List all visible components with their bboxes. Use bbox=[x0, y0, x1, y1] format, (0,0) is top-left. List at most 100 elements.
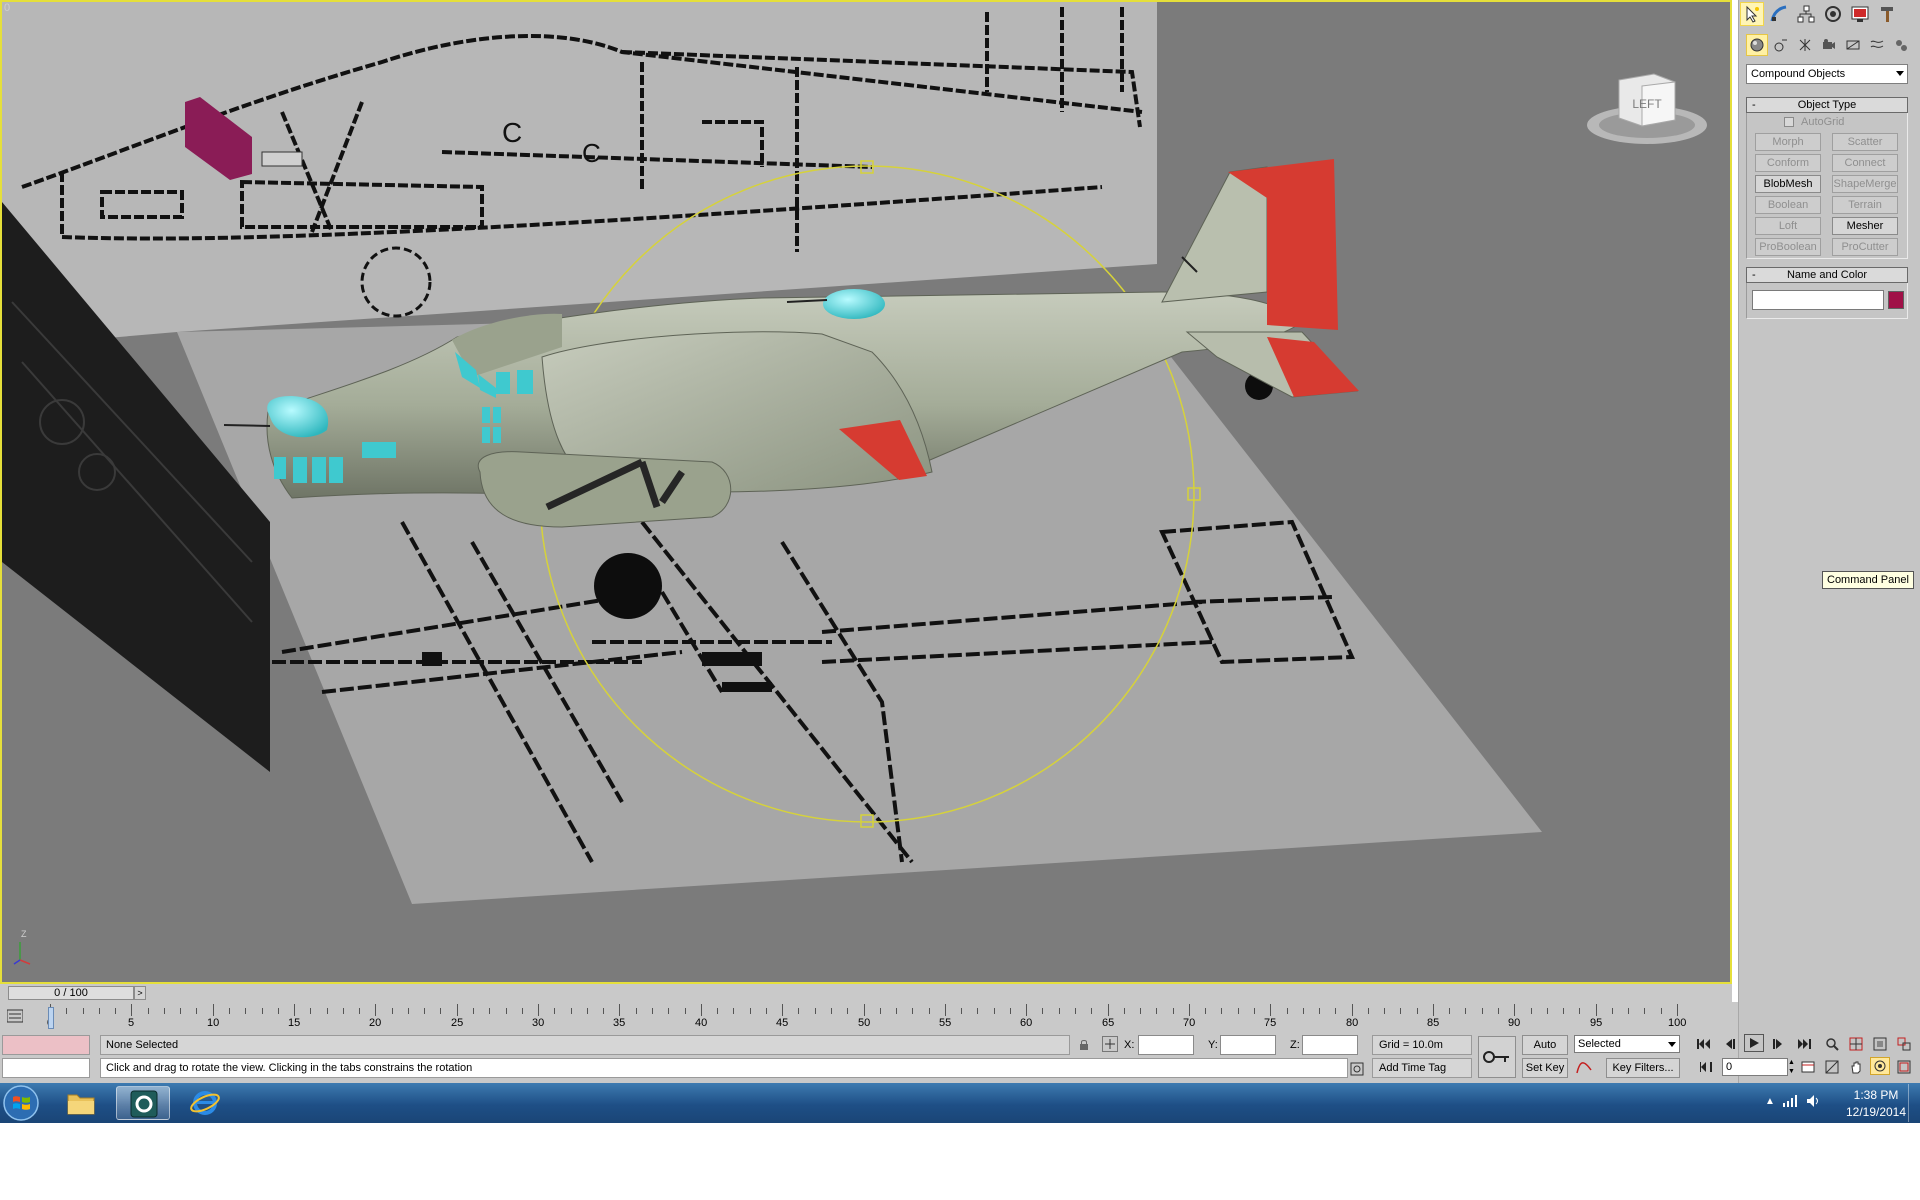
maximize-viewport-button[interactable] bbox=[1894, 1058, 1914, 1076]
name-and-color-rollout-header[interactable]: - Name and Color bbox=[1746, 267, 1908, 283]
key-mode-toggle-button[interactable] bbox=[1696, 1058, 1716, 1076]
space-warps-category[interactable] bbox=[1866, 34, 1888, 56]
clock-date[interactable]: 12/19/2014 bbox=[1830, 1105, 1920, 1119]
lights-category[interactable] bbox=[1794, 34, 1816, 56]
maxscript-listener-top[interactable] bbox=[2, 1035, 90, 1055]
object-name-field[interactable] bbox=[1752, 290, 1884, 310]
time-slider[interactable]: 0 / 100 bbox=[8, 986, 134, 1000]
set-key-big-button[interactable] bbox=[1478, 1036, 1516, 1078]
shapemerge-button[interactable]: ShapeMerge bbox=[1832, 175, 1898, 193]
helpers-category[interactable] bbox=[1842, 34, 1864, 56]
time-tag-icon[interactable] bbox=[1350, 1062, 1364, 1079]
key-filters-button[interactable]: Key Filters... bbox=[1606, 1058, 1680, 1078]
track-tick bbox=[115, 1008, 116, 1014]
object-color-swatch[interactable] bbox=[1888, 291, 1904, 309]
key-mode-dropdown[interactable]: Selected bbox=[1574, 1035, 1680, 1053]
utilities-tab[interactable] bbox=[1875, 2, 1899, 26]
selection-lock-icon[interactable] bbox=[1078, 1039, 1090, 1054]
y-coordinate-field[interactable] bbox=[1220, 1035, 1276, 1055]
track-tick bbox=[99, 1008, 100, 1014]
time-slider-next-button[interactable]: > bbox=[134, 986, 146, 1000]
auto-key-button[interactable]: Auto Key bbox=[1522, 1035, 1568, 1069]
clock-time[interactable]: 1:38 PM bbox=[1836, 1088, 1916, 1102]
go-to-end-button[interactable] bbox=[1794, 1035, 1814, 1053]
track-tick bbox=[733, 1008, 734, 1014]
scatter-button[interactable]: Scatter bbox=[1832, 133, 1898, 151]
taskbar-internet-explorer[interactable] bbox=[178, 1086, 232, 1120]
boolean-button[interactable]: Boolean bbox=[1755, 196, 1821, 214]
time-configuration-button[interactable] bbox=[1798, 1058, 1818, 1076]
track-tick bbox=[554, 1008, 555, 1014]
next-frame-button[interactable] bbox=[1768, 1035, 1788, 1053]
track-tick bbox=[1205, 1008, 1206, 1014]
time-cursor[interactable] bbox=[48, 1007, 54, 1029]
z-coordinate-field[interactable] bbox=[1302, 1035, 1358, 1055]
previous-frame-button[interactable] bbox=[1720, 1035, 1740, 1053]
geometry-category[interactable] bbox=[1746, 34, 1768, 56]
conform-button[interactable]: Conform bbox=[1755, 154, 1821, 172]
track-tick bbox=[994, 1008, 995, 1014]
zoom-extents-all-button[interactable] bbox=[1894, 1035, 1914, 1053]
cameras-category[interactable] bbox=[1818, 34, 1840, 56]
hierarchy-tab[interactable] bbox=[1794, 2, 1818, 26]
absolute-mode-toggle-icon[interactable] bbox=[1102, 1036, 1118, 1052]
zoom-extents-all-icon bbox=[1897, 1037, 1911, 1051]
key-mode-icon bbox=[1700, 1062, 1712, 1072]
sphere-icon bbox=[1750, 38, 1764, 52]
track-tick-label: 35 bbox=[613, 1017, 626, 1029]
taskbar-file-explorer[interactable] bbox=[54, 1086, 108, 1120]
pan-view-button[interactable] bbox=[1846, 1058, 1866, 1076]
time-slider-track[interactable] bbox=[0, 984, 1732, 1002]
display-tab[interactable] bbox=[1848, 2, 1872, 26]
frame-spinner[interactable]: ▲ ▼ bbox=[1788, 1058, 1796, 1076]
zoom-extents-button[interactable] bbox=[1870, 1035, 1890, 1053]
spacewarp-icon bbox=[1870, 40, 1884, 48]
blobmesh-button[interactable]: BlobMesh bbox=[1755, 175, 1821, 193]
current-frame-field[interactable]: 0 bbox=[1722, 1058, 1788, 1076]
connect-button[interactable]: Connect bbox=[1832, 154, 1898, 172]
category-dropdown[interactable]: Compound Objects bbox=[1746, 64, 1908, 84]
zoom-all-button[interactable] bbox=[1846, 1035, 1866, 1053]
track-bar-toggle-icon[interactable] bbox=[7, 1009, 23, 1023]
volume-icon[interactable] bbox=[1806, 1094, 1822, 1111]
start-button[interactable] bbox=[2, 1084, 40, 1122]
loft-button[interactable]: Loft bbox=[1755, 217, 1821, 235]
terrain-button[interactable]: Terrain bbox=[1832, 196, 1898, 214]
network-icon[interactable] bbox=[1782, 1094, 1798, 1111]
grid-setting: Grid = 10.0m bbox=[1372, 1035, 1472, 1055]
ie-icon bbox=[190, 1091, 220, 1115]
curve-editor-icon[interactable] bbox=[1574, 1058, 1598, 1078]
set-key-button[interactable]: Set Key bbox=[1522, 1058, 1568, 1078]
go-to-start-button[interactable] bbox=[1694, 1035, 1714, 1053]
show-desktop-button[interactable] bbox=[1908, 1084, 1920, 1122]
track-tick-label: 25 bbox=[451, 1017, 464, 1029]
systems-category[interactable] bbox=[1890, 34, 1912, 56]
x-coordinate-field[interactable] bbox=[1138, 1035, 1194, 1055]
track-tick bbox=[750, 1008, 751, 1014]
morph-button[interactable]: Morph bbox=[1755, 133, 1821, 151]
taskbar-3ds-max[interactable] bbox=[116, 1086, 170, 1120]
zoom-button[interactable] bbox=[1822, 1035, 1842, 1053]
procutter-button[interactable]: ProCutter bbox=[1832, 238, 1898, 256]
modify-tab[interactable] bbox=[1767, 2, 1791, 26]
show-hidden-icons-button[interactable]: ▲ bbox=[1765, 1096, 1775, 1107]
object-type-rollout-header[interactable]: - Object Type bbox=[1746, 97, 1908, 113]
orbit-button[interactable] bbox=[1870, 1057, 1890, 1075]
create-tab[interactable] bbox=[1740, 2, 1764, 26]
next-frame-icon bbox=[1773, 1039, 1782, 1049]
zoom-magnifier-icon bbox=[1826, 1038, 1839, 1051]
maxscript-listener-bottom[interactable] bbox=[2, 1058, 90, 1078]
shapes-category[interactable] bbox=[1770, 34, 1792, 56]
main-wheel bbox=[594, 553, 662, 619]
autogrid-checkbox[interactable] bbox=[1784, 117, 1794, 127]
play-icon bbox=[1750, 1038, 1759, 1048]
add-time-tag-button[interactable]: Add Time Tag bbox=[1372, 1058, 1472, 1078]
mesher-button[interactable]: Mesher bbox=[1832, 217, 1898, 235]
proboolean-button[interactable]: ProBoolean bbox=[1755, 238, 1821, 256]
field-of-view-button[interactable] bbox=[1822, 1058, 1842, 1076]
viewport-label[interactable]: 0 bbox=[4, 2, 10, 14]
motion-tab[interactable] bbox=[1821, 2, 1845, 26]
play-button[interactable] bbox=[1744, 1034, 1764, 1052]
perspective-viewport[interactable]: C C LEFT Z 0 bbox=[0, 0, 1732, 984]
track-tick bbox=[1303, 1008, 1304, 1014]
